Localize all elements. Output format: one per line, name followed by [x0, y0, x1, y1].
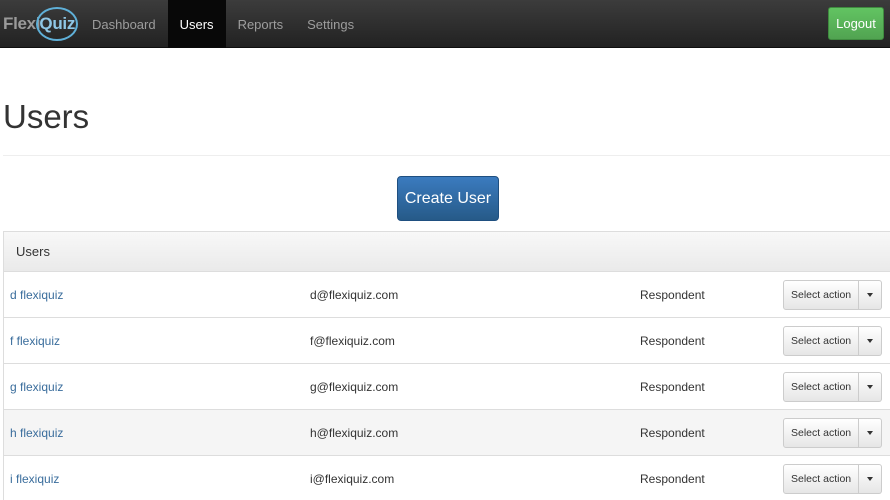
table-row: d flexiquiz d@flexiquiz.com Respondent S…	[4, 272, 890, 318]
caret-down-icon	[867, 477, 874, 481]
select-action-dropdown: Select action	[783, 326, 883, 356]
table-row: h flexiquiz h@flexiquiz.com Respondent S…	[4, 410, 890, 456]
users-panel: Users d flexiquiz d@flexiquiz.com Respon…	[3, 231, 890, 500]
user-name-link[interactable]: g flexiquiz	[10, 364, 63, 410]
select-action-button[interactable]: Select action	[783, 326, 860, 356]
nav-item-dashboard[interactable]: Dashboard	[80, 0, 168, 48]
brand-logo[interactable]: Flexi Quiz	[3, 7, 79, 41]
table-row: g flexiquiz g@flexiquiz.com Respondent S…	[4, 364, 890, 410]
nav-item-reports[interactable]: Reports	[226, 0, 296, 48]
user-role: Respondent	[640, 380, 705, 394]
select-action-dropdown: Select action	[783, 464, 883, 494]
dropdown-toggle[interactable]	[859, 418, 883, 448]
caret-down-icon	[867, 293, 874, 297]
user-email: g@flexiquiz.com	[310, 380, 399, 394]
user-role: Respondent	[640, 426, 705, 440]
caret-down-icon	[867, 339, 874, 343]
select-action-button[interactable]: Select action	[783, 372, 860, 402]
dropdown-toggle[interactable]	[859, 280, 883, 310]
brand-circle: Quiz	[36, 7, 79, 41]
table-row: i flexiquiz i@flexiquiz.com Respondent S…	[4, 456, 890, 500]
user-email: h@flexiquiz.com	[310, 426, 399, 440]
caret-down-icon	[867, 385, 874, 389]
caret-down-icon	[867, 431, 874, 435]
brand-text-quiz: Quiz	[39, 14, 76, 33]
user-name-link[interactable]: h flexiquiz	[10, 410, 63, 456]
nav-item-settings[interactable]: Settings	[295, 0, 366, 48]
user-role: Respondent	[640, 472, 705, 486]
main-nav: Dashboard Users Reports Settings	[80, 0, 366, 48]
select-action-dropdown: Select action	[783, 280, 883, 310]
user-name-link[interactable]: d flexiquiz	[10, 272, 63, 318]
user-email: d@flexiquiz.com	[310, 288, 399, 302]
logout-button[interactable]: Logout	[828, 7, 884, 40]
select-action-button[interactable]: Select action	[783, 464, 860, 494]
header-divider	[3, 155, 890, 156]
user-email: f@flexiquiz.com	[310, 334, 395, 348]
dropdown-toggle[interactable]	[859, 372, 883, 402]
select-action-dropdown: Select action	[783, 418, 883, 448]
create-user-button[interactable]: Create User	[397, 176, 499, 221]
user-role: Respondent	[640, 334, 705, 348]
panel-heading: Users	[4, 232, 890, 272]
select-action-button[interactable]: Select action	[783, 418, 860, 448]
select-action-dropdown: Select action	[783, 372, 883, 402]
brand-text-flexi: Flexi	[3, 14, 41, 33]
nav-item-users[interactable]: Users	[167, 0, 226, 48]
user-role: Respondent	[640, 288, 705, 302]
table-row: f flexiquiz f@flexiquiz.com Respondent S…	[4, 318, 890, 364]
page-title: Users	[3, 98, 90, 135]
user-name-link[interactable]: f flexiquiz	[10, 318, 60, 364]
user-email: i@flexiquiz.com	[310, 472, 395, 486]
dropdown-toggle[interactable]	[859, 464, 883, 494]
user-name-link[interactable]: i flexiquiz	[10, 456, 59, 500]
top-navbar: Flexi Quiz Dashboard Users Reports Setti…	[0, 0, 890, 48]
dropdown-toggle[interactable]	[859, 326, 883, 356]
select-action-button[interactable]: Select action	[783, 280, 860, 310]
